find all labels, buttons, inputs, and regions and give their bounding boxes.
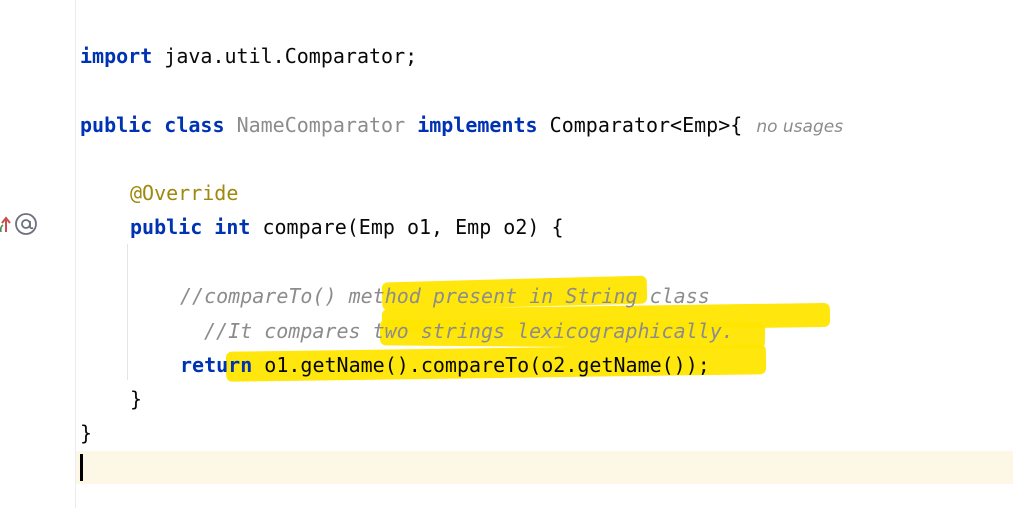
code-line-annotation[interactable]: @Override [130, 179, 238, 207]
code-line-method-signature[interactable]: public int compare(Emp o1, Emp o2) { [130, 213, 564, 241]
keyword: return [180, 353, 253, 377]
comment: //compareTo() method present in String c… [180, 284, 710, 308]
at-sign-icon[interactable] [13, 211, 39, 241]
keyword: import [80, 44, 153, 68]
override-annotation: @Override [130, 181, 239, 205]
editor-gutter-divider [75, 0, 76, 508]
implements-type: Comparator<Emp>{ [537, 113, 743, 137]
override-up-arrow-icon[interactable] [0, 213, 12, 239]
current-line-highlight [76, 451, 1013, 484]
class-name: NameComparator [236, 113, 406, 137]
gutter-icons [0, 212, 39, 240]
closing-brace: } [130, 387, 143, 411]
code-line-import[interactable]: import java.util.Comparator; [80, 42, 417, 70]
no-usages-hint[interactable]: no usages [756, 117, 843, 137]
code-line-close-method[interactable]: } [130, 385, 142, 413]
keyword: public [80, 113, 153, 137]
code-line-class-declaration[interactable]: public class NameComparator implements C… [80, 111, 843, 139]
return-expression: o1.getName().compareTo(o2.getName()); [252, 353, 710, 377]
indent-guide [127, 244, 128, 380]
method-signature: compare(Emp o1, Emp o2) { [250, 215, 564, 239]
text-caret [80, 454, 83, 481]
code-line-close-class[interactable]: } [80, 419, 92, 447]
code-line-comment-2[interactable]: //It compares two strings lexicographica… [204, 317, 734, 345]
keyword: int [214, 215, 251, 239]
keyword: implements [417, 113, 538, 137]
keyword: class [164, 113, 225, 137]
keyword: public [130, 215, 203, 239]
comment: //It compares two strings lexicographica… [204, 319, 734, 343]
code-line-comment-1[interactable]: //compareTo() method present in String c… [180, 282, 710, 310]
closing-brace: } [80, 421, 93, 445]
import-path: java.util.Comparator; [152, 44, 418, 68]
code-line-return[interactable]: return o1.getName().compareTo(o2.getName… [180, 351, 710, 379]
